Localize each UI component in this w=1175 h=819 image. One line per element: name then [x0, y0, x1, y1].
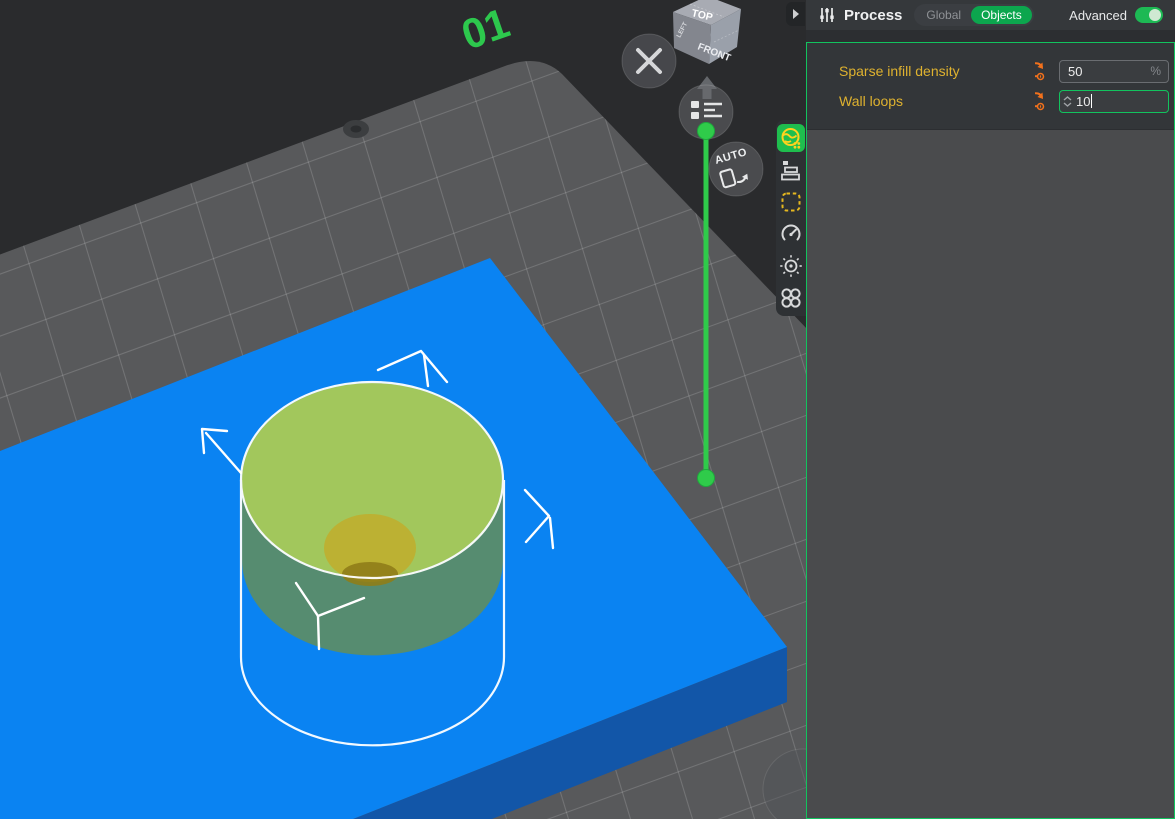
toolbar-layers-button[interactable]	[777, 156, 805, 184]
app-window: 01 TOP FRONT LEFT	[0, 0, 1175, 819]
chevron-down-icon[interactable]	[1063, 102, 1072, 107]
chevron-right-icon	[791, 8, 801, 20]
scope-toggle: Global Objects	[914, 4, 1033, 26]
panel-header-gap	[806, 30, 1175, 42]
viewport-3d-scene: 01 TOP FRONT LEFT	[0, 0, 806, 819]
panel-collapse-button[interactable]	[786, 2, 805, 26]
reset-sync-icon[interactable]	[1035, 61, 1055, 81]
object-settings-area: Sparse infill density 50 %	[806, 42, 1175, 819]
toolbar-support-button[interactable]	[777, 252, 805, 280]
close-plate-button[interactable]	[622, 34, 676, 88]
object-params-toolbar	[776, 120, 806, 316]
setting-label: Wall loops	[839, 93, 1035, 109]
setting-row-sparse-infill: Sparse infill density 50 %	[807, 56, 1174, 86]
globe-icon	[777, 124, 805, 152]
scope-option-global[interactable]: Global	[916, 6, 971, 24]
setting-label: Sparse infill density	[839, 63, 1035, 79]
slider-handle-top[interactable]	[698, 123, 715, 140]
reset-sync-icon[interactable]	[1035, 91, 1055, 111]
input-unit: %	[1150, 64, 1161, 78]
toolbar-globe-button[interactable]	[777, 124, 805, 152]
cylinder-object[interactable]	[242, 383, 503, 656]
sparse-infill-density-input[interactable]: 50 %	[1059, 60, 1169, 83]
input-value: 50	[1068, 64, 1082, 79]
auto-orient-button[interactable]: AUTO	[709, 142, 763, 196]
spinner-control[interactable]	[1063, 96, 1072, 107]
toolbar-frame-button[interactable]	[777, 188, 805, 216]
slider-handle-bottom[interactable]	[698, 470, 715, 487]
viewport-3d[interactable]: 01 TOP FRONT LEFT	[0, 0, 806, 819]
input-value: 10	[1076, 94, 1090, 109]
advanced-toggle[interactable]	[1135, 7, 1163, 23]
cone-hole-bottom	[342, 562, 398, 586]
settings-group: Sparse infill density 50 %	[807, 43, 1174, 130]
gear-target-icon	[777, 252, 805, 280]
process-panel-header: Process Global Objects Advanced	[806, 0, 1175, 30]
toolbar-others-button[interactable]	[777, 284, 805, 312]
chevron-up-icon[interactable]	[1063, 96, 1072, 101]
process-panel: Process Global Objects Advanced Sparse i…	[806, 0, 1175, 819]
toggle-knob	[1149, 9, 1161, 21]
setting-row-wall-loops: Wall loops	[807, 86, 1174, 116]
dashed-frame-icon	[777, 188, 805, 216]
scope-option-objects[interactable]: Objects	[971, 6, 1032, 24]
sliders-icon	[818, 6, 836, 24]
clover-icon	[777, 284, 805, 312]
speedometer-icon	[777, 220, 805, 248]
advanced-label: Advanced	[1069, 8, 1127, 23]
panel-title: Process	[844, 7, 902, 24]
toolbar-speed-button[interactable]	[777, 220, 805, 248]
text-caret	[1091, 94, 1092, 108]
layers-icon	[777, 156, 805, 184]
wall-loops-input[interactable]: 10	[1059, 90, 1169, 113]
